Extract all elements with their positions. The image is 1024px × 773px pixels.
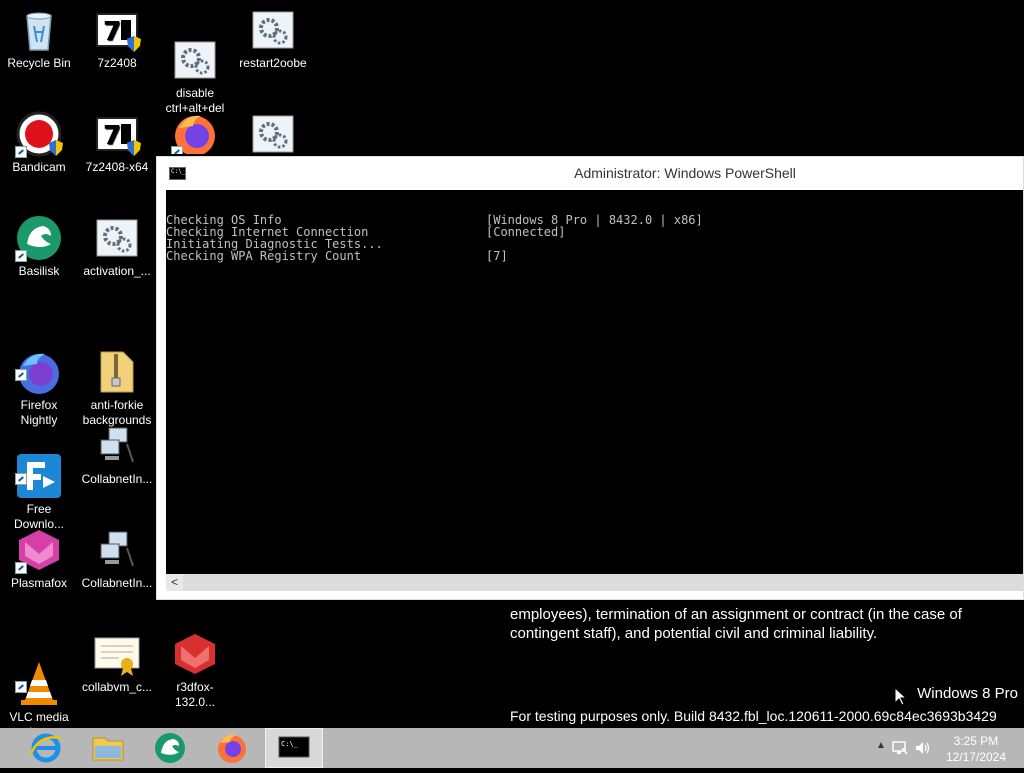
plasmafox-icon (15, 526, 63, 574)
shortcut-arrow-icon (171, 146, 183, 154)
uac-shield-icon (49, 140, 63, 156)
build-watermark: For testing purposes only. Build 8432.fb… (510, 708, 997, 724)
desktop-icon-label: Basilisk (18, 264, 60, 278)
console-line: Checking Internet Connection [Connected] (166, 225, 566, 239)
desktop-icon-label: collabvm_c... (81, 680, 153, 694)
desktop-icon-label: Bandicam (12, 160, 66, 174)
svg-text:C:\_: C:\_ (281, 740, 299, 748)
taskbar-powershell[interactable]: C:\_ (265, 728, 323, 768)
desktop-icon-activation[interactable]: activation_... (79, 208, 155, 279)
powershell-window[interactable]: Administrator: Windows PowerShell Checki… (156, 156, 1024, 600)
taskbar-internet-explorer[interactable] (17, 728, 75, 768)
r3dfox-icon (171, 630, 219, 678)
desktop-icon-collabnet-1[interactable]: CollabnetIn... (79, 416, 155, 487)
console-line: Initiating Diagnostic Tests... (166, 237, 383, 251)
network-computer-icon (93, 422, 141, 470)
desktop-icon-label: 7z2408-x64 (85, 160, 149, 174)
script-gear-icon (171, 21, 219, 79)
shortcut-arrow-icon (15, 369, 27, 381)
taskbar-file-explorer[interactable] (79, 728, 137, 768)
desktop-icon-7z2408-x64[interactable]: 7 7z2408-x64 (79, 104, 155, 175)
certificate-icon (93, 630, 141, 678)
bandicam-icon (15, 110, 63, 158)
svg-text:7: 7 (103, 17, 121, 47)
windows-edition-watermark: Windows 8 Pro (917, 685, 1018, 702)
script-gear-icon (249, 110, 297, 154)
uac-shield-icon (127, 36, 141, 52)
desktop-icon-label: CollabnetIn... (81, 472, 153, 486)
console-output[interactable]: Checking OS Info [Windows 8 Pro | 8432.0 … (166, 190, 1023, 574)
powershell-icon: C:\_ (278, 736, 310, 758)
clock-date: 12/17/2024 (945, 750, 1006, 764)
scroll-left-button[interactable]: < (166, 574, 183, 591)
desktop-icon-label: Recycle Bin (7, 56, 71, 70)
desktop-icon-label: r3dfox-132.0... (174, 680, 216, 709)
desktop-icon-collabvm-certificate[interactable]: collabvm_c... (79, 624, 155, 695)
desktop-icon-restart2oobe[interactable]: restart2oobe (235, 0, 311, 71)
console-line: Checking OS Info [Windows 8 Pro | 8432.0 … (166, 213, 703, 227)
system-tray: ▲ 3:25 PM 12/17/2024 (864, 728, 1024, 768)
desktop-icon-plasmafox[interactable]: Plasmafox (1, 520, 77, 591)
7zip-installer-icon: 7 (93, 6, 141, 54)
script-gear-icon (93, 214, 141, 262)
volume-icon[interactable] (914, 740, 930, 756)
svg-text:7: 7 (103, 121, 121, 151)
mouse-cursor-icon (895, 688, 907, 706)
desktop-icon-r3dfox[interactable]: r3dfox-132.0... (157, 624, 233, 710)
desktop-icon-recycle-bin[interactable]: Recycle Bin (1, 0, 77, 71)
shortcut-arrow-icon (15, 473, 27, 485)
desktop-icon-firefox-hidden[interactable] (157, 104, 233, 154)
desktop-icon-label: CollabnetIn... (81, 576, 153, 590)
desktop-icon-bandicam[interactable]: Bandicam (1, 104, 77, 175)
desktop-icon-script-hidden[interactable] (235, 104, 311, 154)
window-title: Administrator: Windows PowerShell (574, 165, 796, 181)
file-explorer-icon (92, 737, 124, 761)
clock-time: 3:25 PM (953, 734, 999, 748)
network-icon[interactable] (892, 740, 908, 756)
desktop-icon-7z2408[interactable]: 7 7z2408 (79, 0, 155, 71)
clock[interactable]: 3:25 PM 12/17/2024 (946, 733, 1006, 765)
desktop-icon-label: restart2oobe (239, 56, 307, 70)
free-download-manager-icon (15, 437, 63, 498)
shortcut-arrow-icon (15, 562, 27, 574)
console-line: Checking WPA Registry Count [7] (166, 249, 508, 263)
shortcut-arrow-icon (15, 250, 27, 262)
shortcut-arrow-icon (15, 146, 27, 158)
zip-folder-icon (93, 333, 141, 393)
script-gear-icon (249, 6, 297, 54)
internet-explorer-icon (29, 733, 62, 763)
network-computer-icon (93, 526, 141, 574)
taskbar: C:\_ ▲ 3:25 PM 12/17/2024 (0, 728, 1024, 768)
uac-shield-icon (127, 140, 141, 156)
firefox-icon (218, 734, 246, 763)
recycle-bin-icon (15, 6, 63, 54)
7zip-installer-icon: 7 (93, 110, 141, 158)
desktop-icon-label: activation_... (83, 264, 151, 278)
taskbar-basilisk[interactable] (141, 728, 199, 768)
taskbar-firefox[interactable] (203, 728, 261, 768)
desktop-icon-basilisk[interactable]: Basilisk (1, 208, 77, 279)
window-titlebar[interactable]: Administrator: Windows PowerShell (157, 157, 1023, 190)
background-legal-text: employees), termination of an assignment… (510, 606, 962, 642)
desktop-icon-collabnet-2[interactable]: CollabnetIn... (79, 520, 155, 591)
desktop-icon-label: Plasmafox (10, 576, 68, 590)
firefox-icon (171, 110, 219, 154)
vlc-icon (15, 645, 63, 705)
basilisk-icon (155, 733, 185, 763)
firefox-nightly-icon (15, 333, 63, 394)
shortcut-arrow-icon (15, 681, 27, 693)
basilisk-icon (15, 214, 63, 262)
show-hidden-icons-button[interactable]: ▲ (876, 740, 886, 751)
horizontal-scrollbar[interactable]: < (166, 574, 1023, 591)
desktop-icon-label: 7z2408 (97, 56, 137, 70)
